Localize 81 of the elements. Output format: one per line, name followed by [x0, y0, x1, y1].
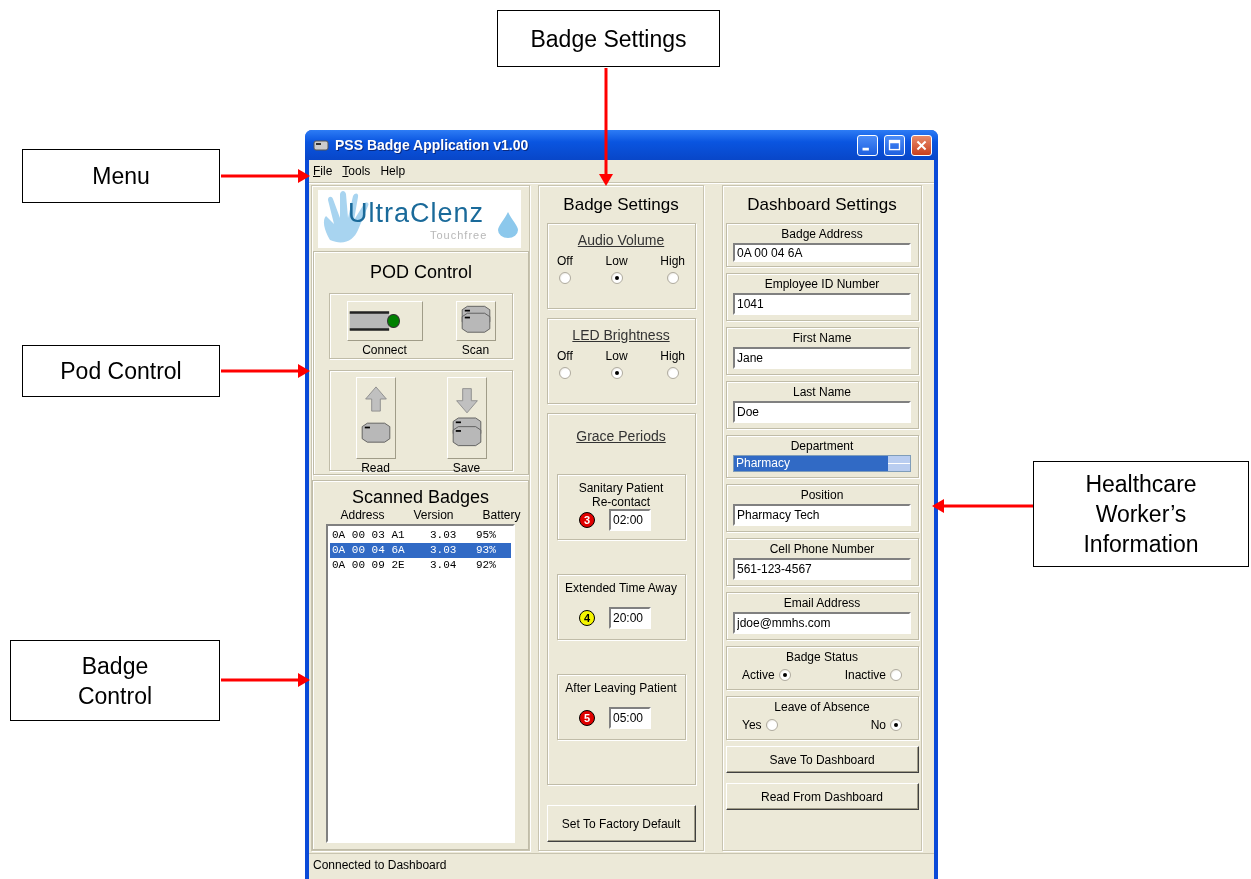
text-field[interactable]: Doe	[733, 401, 911, 423]
option-label: Active	[742, 668, 775, 682]
group-title: LED Brightness	[572, 327, 670, 343]
field-label: Employee ID Number	[764, 277, 880, 291]
callout-label: Pod Control	[22, 345, 220, 397]
text-field[interactable]: 1041	[733, 293, 911, 315]
callout-label: Badge Settings	[497, 10, 720, 67]
field-label: Badge Address	[781, 227, 863, 241]
option-label: Inactive	[844, 668, 886, 682]
callout-label: Healthcare Worker’s Information	[1033, 461, 1249, 567]
dashboard-button[interactable]: Save To Dashboard	[725, 746, 919, 773]
option-label: Off	[557, 254, 573, 268]
number-badge: 4	[579, 610, 595, 626]
radio-button[interactable]	[890, 719, 902, 731]
field-label: Cell Phone Number	[769, 542, 875, 556]
radio-button[interactable]	[778, 669, 791, 681]
number-badge: 5	[579, 710, 595, 726]
time-field[interactable]: 02:00	[609, 509, 651, 531]
time-field[interactable]: 20:00	[609, 607, 651, 629]
list-row[interactable]: 0A 00 04 6A 3.03 93%	[330, 543, 511, 558]
radio-button[interactable]	[610, 367, 623, 379]
logo-wordmark: UltraClenz	[348, 200, 485, 227]
group-title: Badge Status	[785, 650, 859, 664]
grace-period-label: Extended Time Away	[564, 581, 678, 595]
column-header: Address	[340, 508, 385, 522]
column-header: Battery	[482, 508, 521, 522]
option-label: Low	[605, 254, 628, 268]
list-row[interactable]: 0A 00 03 A1 3.03 95%	[330, 528, 511, 543]
grace-period-label: Sanitary Patient Re-contact	[577, 481, 665, 509]
panel-title: Badge Settings	[563, 195, 679, 215]
option-label: High	[660, 349, 685, 363]
status-bar: Connected to Dashboard	[309, 853, 934, 876]
radio-button[interactable]	[558, 367, 571, 379]
droplet-icon	[498, 212, 518, 238]
option-label: Low	[605, 349, 628, 363]
callout-label: Menu	[22, 149, 220, 203]
group-title: Audio Volume	[577, 232, 665, 248]
menu-item[interactable]: Tools	[338, 162, 377, 180]
text-field[interactable]: 0A 00 04 6A	[733, 243, 911, 262]
factory-default-button[interactable]: Set To Factory Default	[546, 805, 696, 842]
text-field[interactable]: Jane	[733, 347, 911, 369]
text-field[interactable]: Pharmacy Tech	[733, 504, 911, 526]
group-title: Scanned Badges	[351, 487, 490, 508]
text-field[interactable]: jdoe@mmhs.com	[733, 612, 911, 634]
close-icon[interactable]	[911, 134, 932, 156]
callout-label: Badge Control	[10, 640, 220, 721]
field-label: Last Name	[793, 385, 851, 399]
menu-item[interactable]: File	[309, 162, 339, 180]
time-field[interactable]: 05:00	[609, 707, 651, 729]
option-label: No	[870, 718, 886, 732]
field-label: Email Address	[783, 596, 861, 610]
spinner-icon	[888, 456, 910, 471]
option-label: Yes	[742, 718, 762, 732]
radio-button[interactable]	[558, 272, 571, 284]
group-title: Grace Periods	[576, 428, 666, 444]
dropdown-field[interactable]: Pharmacy	[733, 455, 911, 472]
option-label: High	[660, 254, 685, 268]
maximize-icon[interactable]	[884, 134, 905, 156]
field-label: Position	[800, 488, 844, 502]
minimize-icon[interactable]	[857, 134, 878, 156]
panel-title: Dashboard Settings	[747, 195, 897, 215]
radio-button[interactable]	[666, 367, 679, 379]
grace-period-label: After Leaving Patient	[564, 681, 678, 695]
radio-button[interactable]	[610, 272, 623, 284]
app-icon	[313, 138, 329, 152]
radio-button[interactable]	[765, 719, 778, 731]
option-label: Off	[557, 349, 573, 363]
group-title: Leave of Absence	[774, 700, 870, 714]
column-header: Version	[413, 508, 454, 522]
radio-button[interactable]	[890, 669, 902, 681]
group-title: POD Control	[369, 262, 472, 283]
text-field[interactable]: 561-123-4567	[733, 558, 911, 580]
radio-button[interactable]	[666, 272, 679, 284]
field-label: Department	[790, 439, 854, 453]
list-row[interactable]: 0A 00 09 2E 3.04 92%	[330, 558, 511, 573]
dashboard-button[interactable]: Read From Dashboard	[725, 783, 919, 810]
number-badge: 3	[579, 512, 595, 528]
logo-tagline: Touchfree	[430, 229, 488, 241]
field-label: First Name	[792, 331, 852, 345]
window-title: PSS Badge Application v1.00	[335, 137, 530, 153]
menu-item[interactable]: Help	[376, 162, 412, 180]
